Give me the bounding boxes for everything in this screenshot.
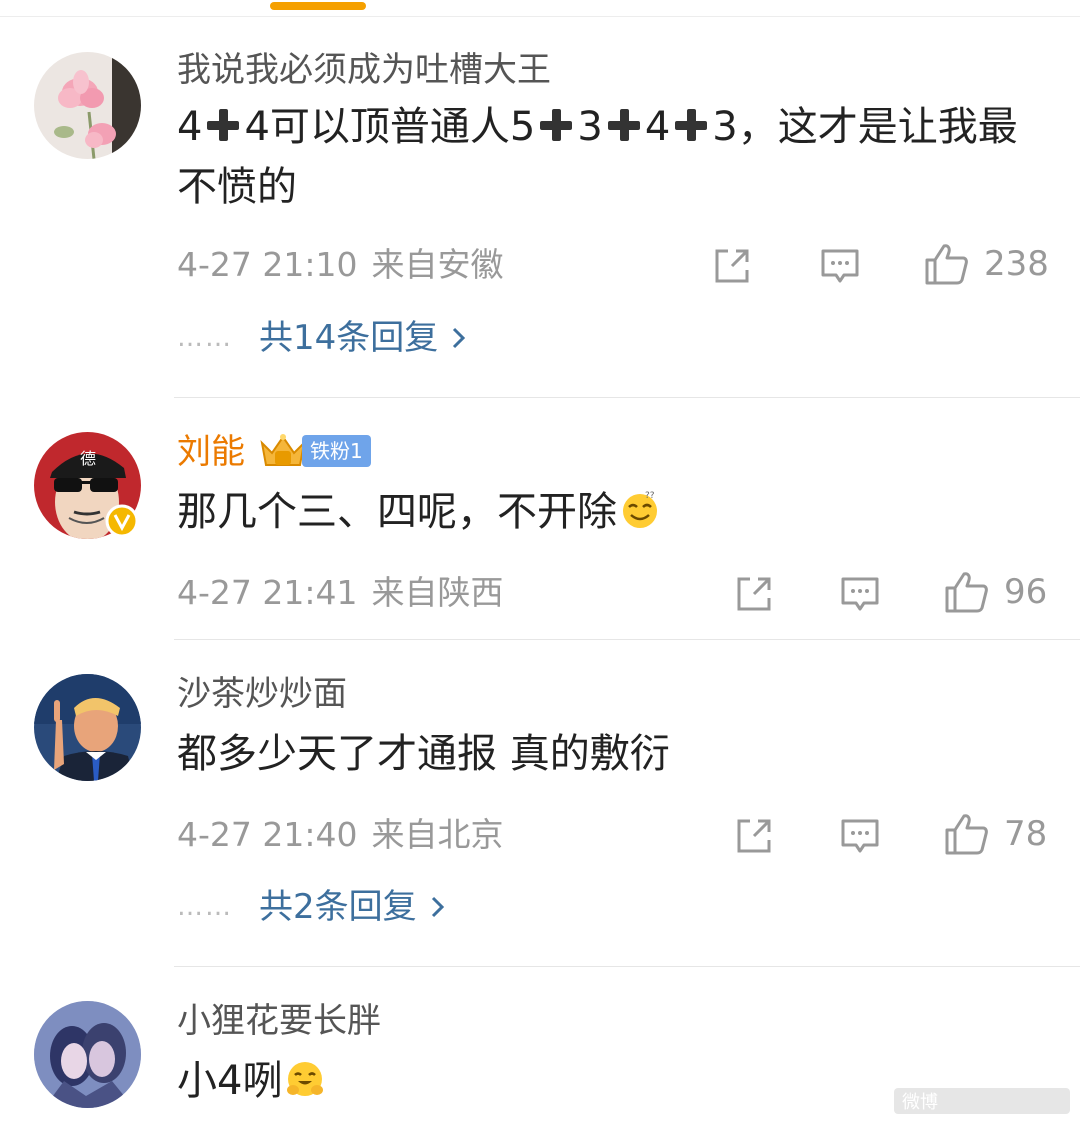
watermark-text: 微博 — [902, 1092, 938, 1113]
username[interactable]: 沙茶炒炒面 — [177, 674, 347, 714]
comment-text: 那几个三、四呢，不开除?? — [177, 482, 1057, 542]
anime-couple-avatar-icon — [34, 1001, 141, 1108]
svg-text:德: 德 — [80, 449, 96, 468]
lotus-flower-avatar-icon — [34, 52, 141, 159]
comment-divider — [174, 397, 1080, 398]
view-replies-link[interactable]: …… 共2条回复 — [177, 887, 447, 927]
comment-button[interactable] — [840, 814, 880, 858]
like-button[interactable]: 238 — [924, 242, 1049, 286]
share-button[interactable] — [734, 814, 774, 858]
comment-button[interactable] — [820, 244, 860, 288]
comment-icon — [841, 577, 879, 611]
avatar[interactable] — [34, 674, 141, 781]
like-count: 78 — [1004, 814, 1048, 854]
thumbs-up-icon — [945, 814, 988, 855]
crown-icon — [260, 434, 306, 466]
comment-time: 4-27 21:41 — [177, 573, 358, 612]
hug-emoji-icon — [287, 1062, 324, 1096]
comment-button[interactable] — [840, 572, 880, 616]
comment-meta: 4-27 21:40 来自北京 — [177, 815, 504, 855]
avatar[interactable] — [34, 52, 141, 159]
comment-location: 来自陕西 — [371, 573, 504, 612]
username[interactable]: 刘能 — [177, 432, 245, 472]
reply-count-label: 共2条回复 — [259, 887, 417, 927]
reply-dots: …… — [177, 892, 233, 922]
like-count: 238 — [984, 244, 1049, 284]
share-icon — [737, 819, 771, 853]
like-count: 96 — [1004, 572, 1048, 612]
watermark: 微博 — [894, 1084, 1070, 1122]
reply-count-label: 共14条回复 — [259, 318, 439, 358]
share-icon — [737, 577, 771, 611]
thumbs-up-icon — [945, 572, 988, 613]
username[interactable]: 我说我必须成为吐槽大王 — [177, 50, 551, 90]
comment-meta: 4-27 21:41 来自陕西 — [177, 573, 504, 613]
plus-emoji-icon — [675, 109, 708, 141]
verified-v-icon — [105, 504, 139, 538]
comment-text: 都多少天了才通报 真的敷衍 — [177, 731, 670, 777]
chevron-right-icon — [453, 327, 466, 349]
chevron-right-icon — [431, 896, 444, 918]
comment-meta: 4-27 21:10 来自安徽 — [177, 245, 504, 285]
plus-emoji-icon — [607, 109, 640, 141]
comment-divider — [174, 639, 1080, 640]
share-button[interactable] — [734, 572, 774, 616]
plus-emoji-icon — [540, 109, 573, 141]
fan-level-label: 铁粉1 — [302, 435, 371, 467]
svg-text:??: ?? — [645, 491, 655, 501]
reply-dots: …… — [177, 323, 233, 353]
comment-divider — [174, 966, 1080, 967]
man-pointing-avatar-icon — [34, 674, 141, 781]
top-divider — [0, 16, 1080, 17]
comment-icon — [821, 249, 859, 283]
like-button[interactable]: 96 — [944, 570, 1047, 614]
comment-text: 4 4可以顶普通人5 3 4 3，这才是让我最不愤的 — [177, 104, 1018, 210]
comment-time: 4-27 21:10 — [177, 245, 358, 284]
comment-time: 4-27 21:40 — [177, 815, 358, 854]
active-tab-indicator — [270, 2, 366, 10]
thumbs-up-icon — [925, 244, 968, 285]
comment-icon — [841, 819, 879, 853]
like-button[interactable]: 78 — [944, 812, 1047, 856]
avatar[interactable] — [34, 1001, 141, 1108]
sweat-smile-emoji-icon: ?? — [623, 491, 657, 528]
share-icon — [715, 249, 749, 283]
comment-location: 来自北京 — [371, 815, 504, 854]
username[interactable]: 小狸花要长胖 — [177, 1001, 381, 1041]
view-replies-link[interactable]: …… 共14条回复 — [177, 318, 468, 358]
weibo-watermark-icon: 微博 — [894, 1088, 1070, 1114]
comment-location: 来自安徽 — [371, 245, 504, 284]
share-button[interactable] — [712, 244, 752, 288]
fan-badge[interactable]: 铁粉1 — [258, 431, 371, 471]
plus-emoji-icon — [207, 109, 240, 141]
